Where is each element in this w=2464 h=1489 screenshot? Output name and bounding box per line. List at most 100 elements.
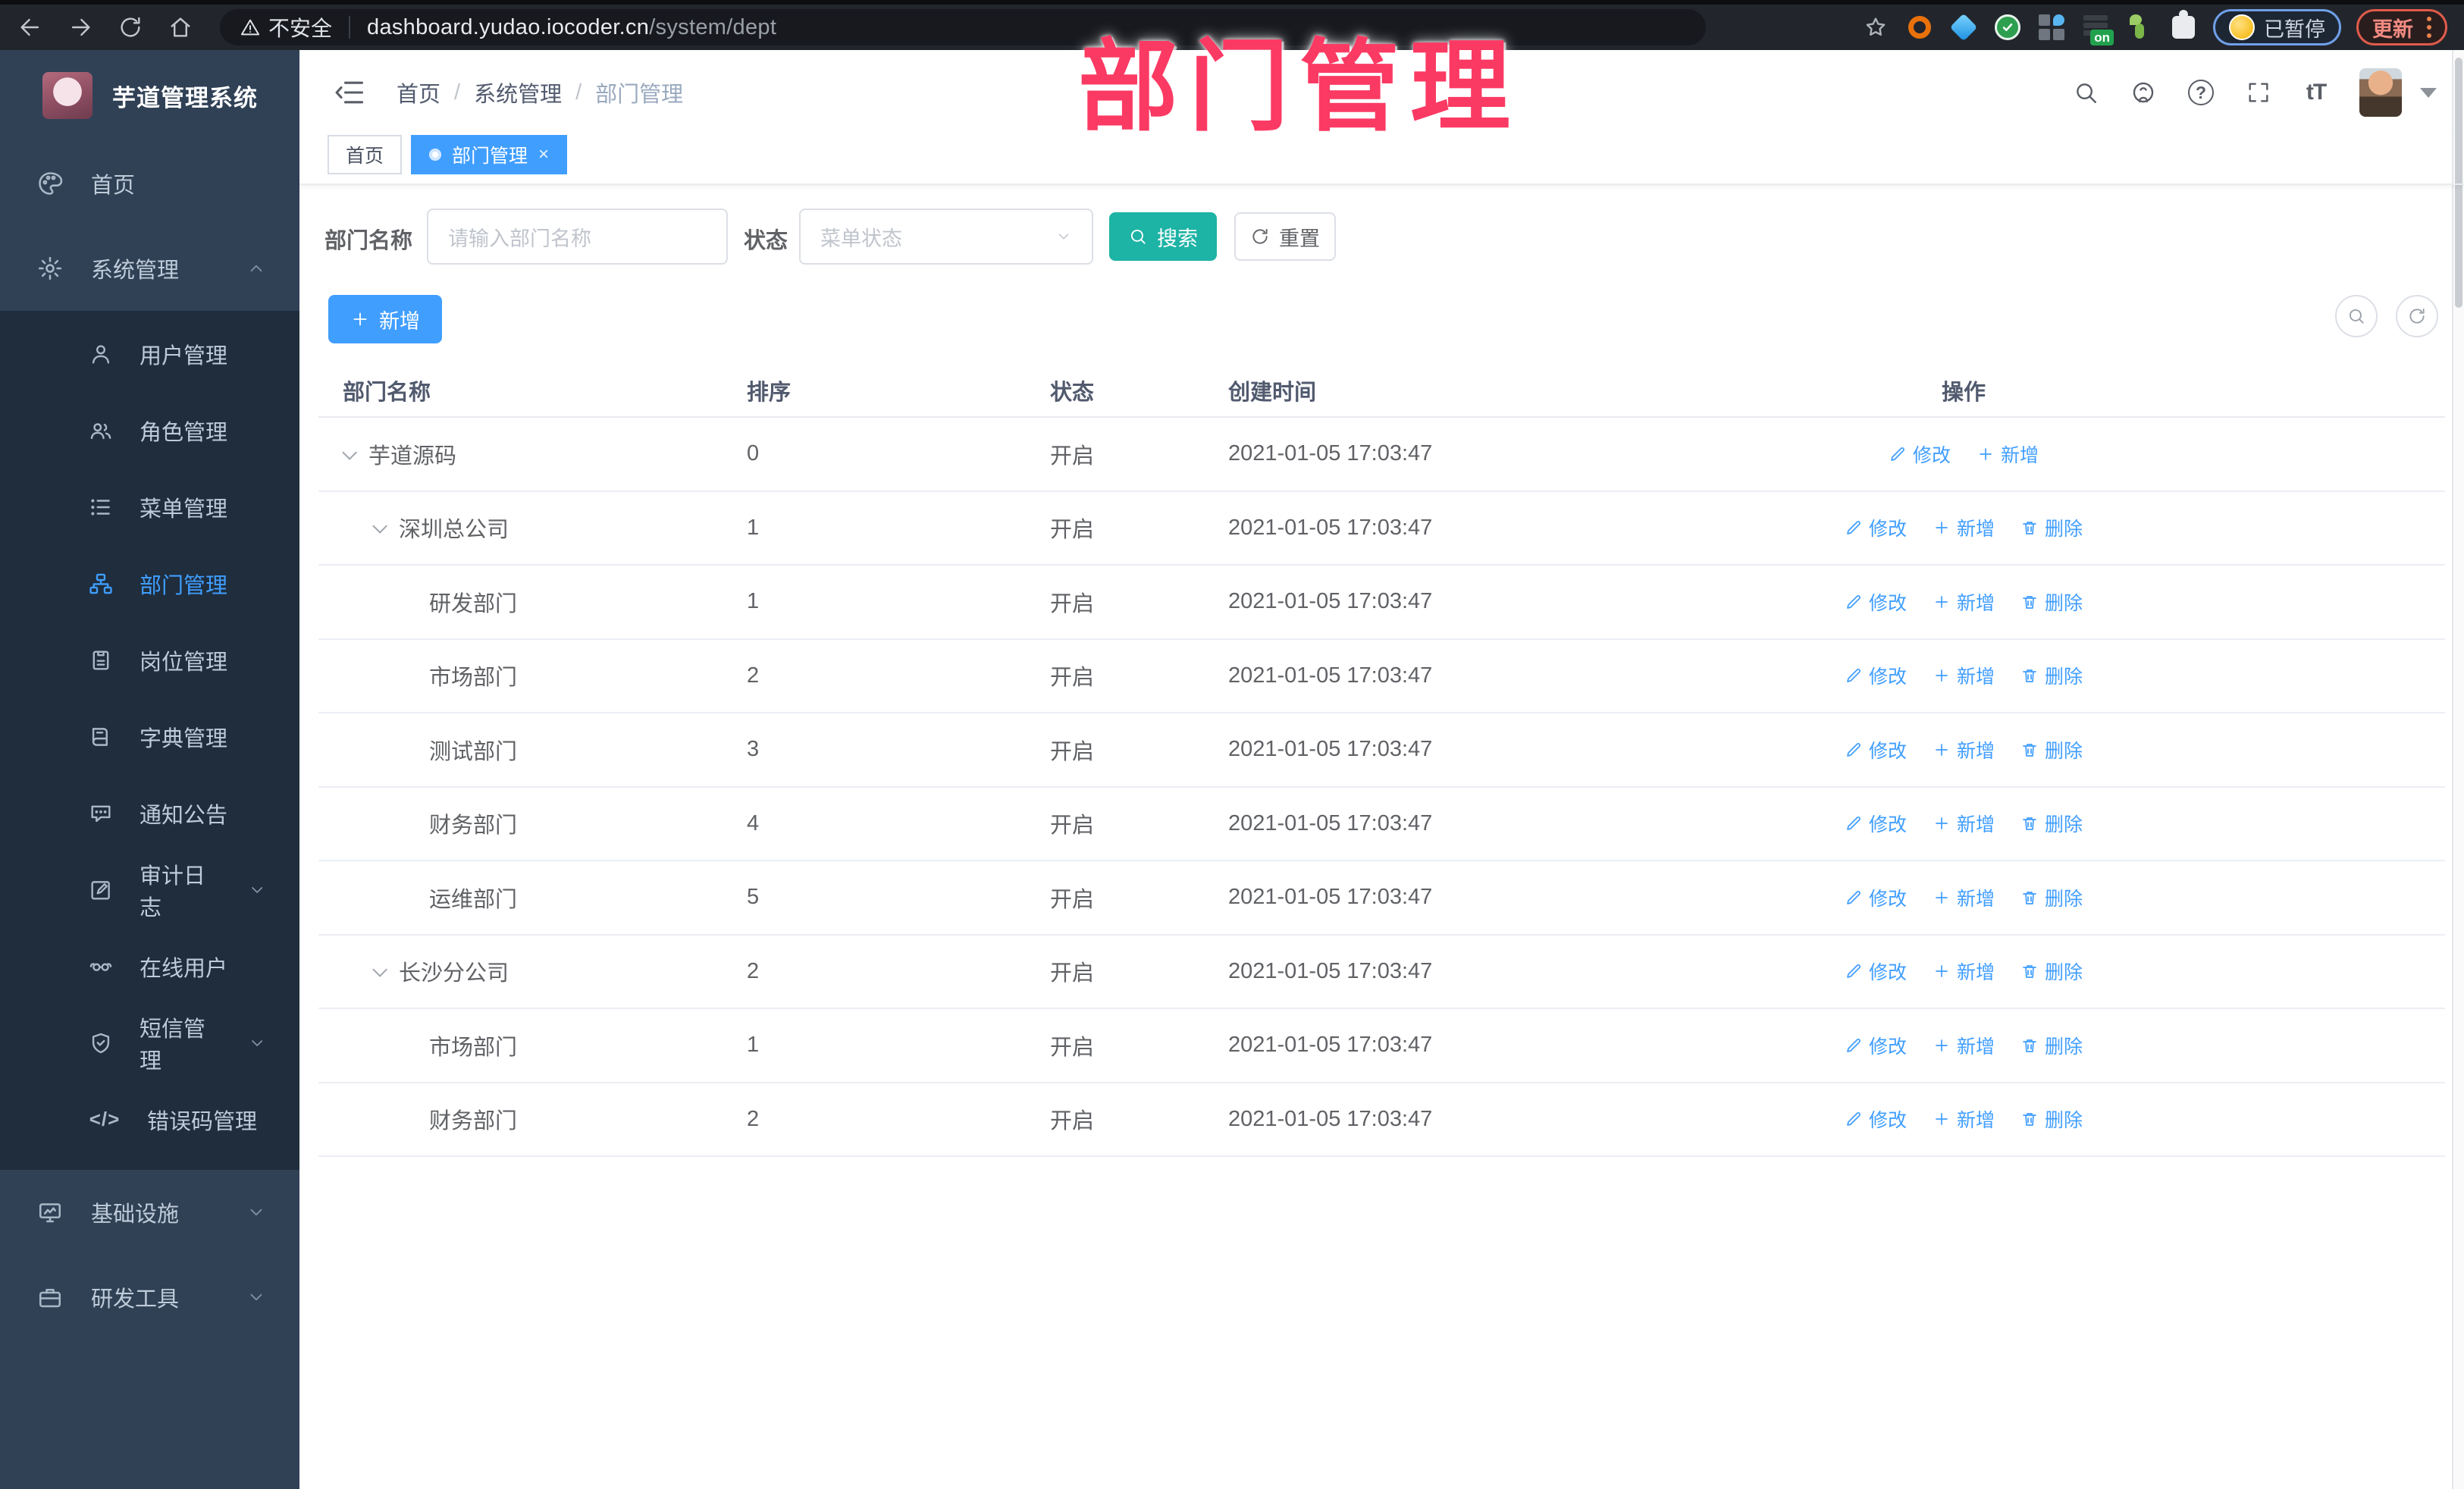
tab-departments[interactable]: 部门管理 × bbox=[411, 135, 568, 174]
column-header-sort: 排序 bbox=[747, 381, 792, 405]
edit-action[interactable]: 修改 bbox=[1845, 514, 1907, 541]
expand-chevron-icon[interactable] bbox=[372, 519, 399, 534]
sidebar-item-dev-tools[interactable]: 研发工具 bbox=[0, 1255, 299, 1340]
sidebar-item-notices[interactable]: 通知公告 bbox=[0, 775, 299, 851]
toggle-search-button[interactable] bbox=[2335, 295, 2378, 337]
sidebar-collapse-icon[interactable] bbox=[333, 76, 366, 109]
add-action[interactable]: 新增 bbox=[1933, 958, 1995, 985]
page-scrollbar[interactable] bbox=[2452, 50, 2464, 1489]
breadcrumb-system[interactable]: 系统管理 bbox=[474, 77, 562, 108]
edit-action[interactable]: 修改 bbox=[1845, 1032, 1907, 1059]
profile-paused-badge[interactable]: 已暂停 bbox=[2213, 9, 2341, 45]
add-action[interactable]: 新增 bbox=[1933, 514, 1995, 541]
table-row[interactable]: 长沙分公司 2 开启 2021-01-05 17:03:47 修改 新增 删除 bbox=[318, 936, 2445, 1009]
extension-gem-icon[interactable] bbox=[1949, 13, 1978, 42]
github-icon[interactable] bbox=[2129, 78, 2158, 107]
delete-action[interactable]: 删除 bbox=[2020, 736, 2083, 763]
row-actions: 修改 新增 删除 bbox=[1782, 958, 2146, 985]
add-action[interactable]: 新增 bbox=[1933, 736, 1995, 763]
sidebar-item-roles[interactable]: 角色管理 bbox=[0, 392, 299, 469]
delete-action[interactable]: 删除 bbox=[2020, 958, 2083, 985]
extension-check-icon[interactable] bbox=[1993, 13, 2022, 42]
fullscreen-icon[interactable] bbox=[2244, 78, 2273, 107]
edit-action[interactable]: 修改 bbox=[1845, 810, 1907, 837]
edit-action[interactable]: 修改 bbox=[1845, 884, 1907, 911]
refresh-table-button[interactable] bbox=[2396, 295, 2438, 337]
edit-action[interactable]: 修改 bbox=[1845, 736, 1907, 763]
table-row[interactable]: 芋道源码 0 开启 2021-01-05 17:03:47 修改 新增 bbox=[318, 418, 2445, 492]
sort-value: 2 bbox=[747, 1106, 760, 1131]
table-row[interactable]: 运维部门 5 开启 2021-01-05 17:03:47 修改 新增 删除 bbox=[318, 861, 2445, 936]
sidebar-item-audit-log[interactable]: 审计日志 bbox=[0, 851, 299, 928]
status-select[interactable]: 菜单状态 bbox=[799, 208, 1093, 265]
add-action[interactable]: 新增 bbox=[1933, 588, 1995, 616]
sidebar-item-error-codes[interactable]: </> 错误码管理 bbox=[0, 1081, 299, 1158]
extension-grid-icon[interactable] bbox=[2037, 13, 2066, 42]
sidebar-item-menus[interactable]: 菜单管理 bbox=[0, 469, 299, 545]
sidebar-item-posts[interactable]: 岗位管理 bbox=[0, 622, 299, 698]
browser-forward-button[interactable] bbox=[61, 8, 100, 47]
delete-action[interactable]: 删除 bbox=[2020, 514, 2083, 541]
close-tab-icon[interactable]: × bbox=[538, 144, 549, 165]
browser-menu-icon[interactable] bbox=[2427, 17, 2431, 38]
browser-update-button[interactable]: 更新 bbox=[2356, 9, 2447, 45]
sidebar-item-departments[interactable]: 部门管理 bbox=[0, 545, 299, 622]
sidebar-item-system[interactable]: 系统管理 bbox=[0, 226, 299, 311]
table-row[interactable]: 财务部门 2 开启 2021-01-05 17:03:47 修改 新增 删除 bbox=[318, 1083, 2445, 1157]
edit-action[interactable]: 修改 bbox=[1845, 1105, 1907, 1133]
tab-home[interactable]: 首页 bbox=[328, 135, 403, 174]
sidebar-item-infrastructure[interactable]: 基础设施 bbox=[0, 1170, 299, 1255]
edit-action[interactable]: 修改 bbox=[1845, 958, 1907, 985]
table-row[interactable]: 财务部门 4 开启 2021-01-05 17:03:47 修改 新增 删除 bbox=[318, 788, 2445, 861]
extension-switch-icon[interactable]: on bbox=[2081, 13, 2114, 45]
add-action[interactable]: 新增 bbox=[1933, 884, 1995, 911]
delete-action[interactable]: 删除 bbox=[2020, 588, 2083, 616]
bookmark-star-icon[interactable] bbox=[1861, 13, 1890, 42]
table-row[interactable]: 深圳总公司 1 开启 2021-01-05 17:03:47 修改 新增 删除 bbox=[318, 492, 2445, 566]
font-size-icon[interactable]: tT bbox=[2302, 78, 2331, 107]
search-button[interactable]: 搜索 bbox=[1109, 212, 1217, 261]
dept-name-input[interactable]: 请输入部门名称 bbox=[427, 208, 728, 265]
user-avatar[interactable] bbox=[2359, 68, 2402, 117]
browser-home-button[interactable] bbox=[161, 8, 200, 47]
add-action[interactable]: 新增 bbox=[1977, 440, 2039, 468]
delete-action[interactable]: 删除 bbox=[2020, 810, 2083, 837]
table-row[interactable]: 市场部门 2 开启 2021-01-05 17:03:47 修改 新增 删除 bbox=[318, 640, 2445, 713]
sidebar-item-online-users[interactable]: 在线用户 bbox=[0, 928, 299, 1005]
browser-reload-button[interactable] bbox=[111, 8, 150, 47]
add-action[interactable]: 新增 bbox=[1933, 810, 1995, 837]
table-row[interactable]: 研发部门 1 开启 2021-01-05 17:03:47 修改 新增 删除 bbox=[318, 566, 2445, 640]
help-icon[interactable]: ? bbox=[2187, 78, 2215, 107]
extensions-puzzle-icon[interactable] bbox=[2169, 10, 2198, 42]
add-action[interactable]: 新增 bbox=[1933, 662, 1995, 689]
expand-chevron-icon[interactable] bbox=[372, 962, 399, 978]
extension-sprout-icon[interactable] bbox=[2125, 13, 2154, 42]
extension-orange-icon[interactable] bbox=[1905, 13, 1934, 42]
app-logo-row[interactable]: 芋道管理系统 bbox=[0, 50, 299, 141]
add-action[interactable]: 新增 bbox=[1933, 1105, 1995, 1133]
user-menu-caret-icon[interactable] bbox=[2420, 87, 2437, 98]
sidebar-item-dicts[interactable]: 字典管理 bbox=[0, 698, 299, 775]
not-secure-warning[interactable]: 不安全 bbox=[240, 12, 332, 42]
table-row[interactable]: 市场部门 1 开启 2021-01-05 17:03:47 修改 新增 删除 bbox=[318, 1009, 2445, 1083]
search-icon[interactable] bbox=[2071, 78, 2100, 107]
sidebar-item-sms[interactable]: 短信管理 bbox=[0, 1005, 299, 1081]
delete-action[interactable]: 删除 bbox=[2020, 1105, 2083, 1133]
reset-button[interactable]: 重置 bbox=[1234, 212, 1336, 261]
expand-chevron-icon[interactable] bbox=[342, 444, 368, 460]
edit-action[interactable]: 修改 bbox=[1845, 588, 1907, 616]
add-department-button[interactable]: 新增 bbox=[328, 295, 442, 343]
delete-action[interactable]: 删除 bbox=[2020, 1032, 2083, 1059]
delete-action[interactable]: 删除 bbox=[2020, 662, 2083, 689]
sidebar-item-home[interactable]: 首页 bbox=[0, 141, 299, 226]
sidebar-item-users[interactable]: 用户管理 bbox=[0, 315, 299, 392]
browser-back-button[interactable] bbox=[11, 8, 50, 47]
add-action[interactable]: 新增 bbox=[1933, 1032, 1995, 1059]
edit-action[interactable]: 修改 bbox=[1889, 440, 1951, 468]
delete-action[interactable]: 删除 bbox=[2020, 884, 2083, 911]
refresh-icon bbox=[2409, 308, 2425, 324]
column-header-actions: 操作 bbox=[1941, 381, 1986, 405]
edit-action[interactable]: 修改 bbox=[1845, 662, 1907, 689]
table-row[interactable]: 测试部门 3 开启 2021-01-05 17:03:47 修改 新增 删除 bbox=[318, 713, 2445, 788]
breadcrumb-home[interactable]: 首页 bbox=[397, 77, 440, 108]
